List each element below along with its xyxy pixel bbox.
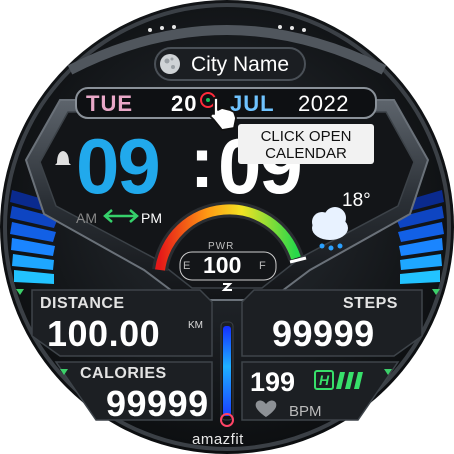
power-full-label: F <box>259 260 266 272</box>
temperature-value: 18° <box>342 190 371 211</box>
heart-rate-unit: BPM <box>289 403 322 420</box>
tooltip-line-2: CALENDAR <box>265 145 347 162</box>
am-label: AM <box>76 210 97 226</box>
calories-value[interactable]: 99999 <box>106 386 209 422</box>
tooltip-line-1: CLICK OPEN <box>260 128 352 145</box>
power-label: PWR <box>208 241 235 252</box>
heart-rate-value[interactable]: 199 <box>250 369 295 396</box>
date-year[interactable]: 2022 <box>298 93 349 115</box>
distance-unit: KM <box>188 320 203 331</box>
power-empty-label: E <box>183 260 191 272</box>
time-hours: 09 <box>76 122 161 210</box>
heart-zone-bars <box>336 372 363 389</box>
date-day: TUE <box>86 91 133 116</box>
date-number: 20 <box>171 91 198 116</box>
distance-value[interactable]: 100.00 <box>47 316 160 352</box>
steps-value[interactable]: 99999 <box>272 316 375 352</box>
calendar-tooltip[interactable]: CLICK OPEN CALENDAR <box>238 124 374 164</box>
distance-label: DISTANCE <box>40 295 125 312</box>
calories-label: CALORIES <box>80 365 167 382</box>
city-name: City Name <box>191 53 290 76</box>
heart-zone-badge: H <box>314 370 334 390</box>
brand-logo-text: amazfit <box>192 431 244 448</box>
power-value: 100 <box>203 252 242 278</box>
pm-label: PM <box>141 210 162 226</box>
time-separator: : <box>190 123 214 203</box>
steps-label: STEPS <box>343 295 398 312</box>
hand-pointer-icon <box>200 92 237 131</box>
moon-icon <box>160 54 180 74</box>
center-level-bar <box>223 326 231 416</box>
